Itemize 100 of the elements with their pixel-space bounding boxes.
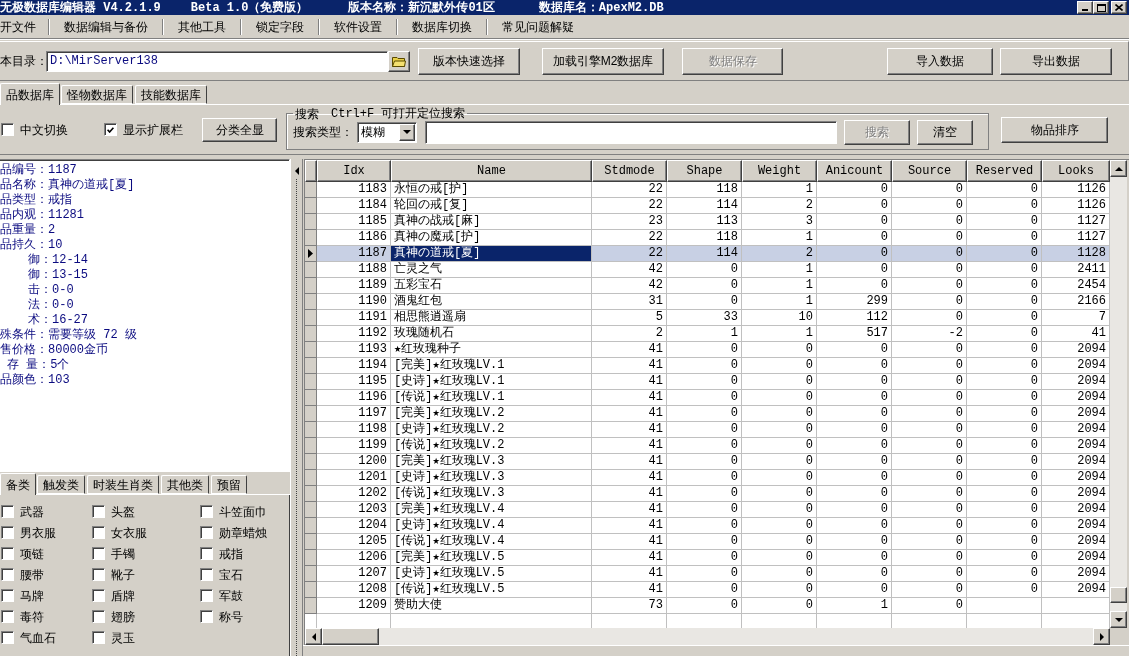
table-row[interactable]: 1199 [传说]★红玫瑰LV.2 41 0 0 0 0 0 2094 (305, 438, 1110, 454)
splitter-handle[interactable] (290, 159, 303, 656)
menu-item[interactable]: 其他工具 (164, 16, 240, 37)
table-row[interactable]: 1198 [史诗]★红玫瑰LV.2 41 0 0 0 0 0 2094 (305, 422, 1110, 438)
column-header[interactable]: Reserved (967, 160, 1042, 182)
checkbox-label: 气血石 (20, 629, 56, 647)
table-row[interactable]: 1209 赞助大使 73 0 0 1 0 (305, 598, 1110, 614)
table-row[interactable]: 1185 真神の战戒[麻] 23 113 3 0 0 0 1127 (305, 214, 1110, 230)
scrollbar-thumb[interactable] (1110, 587, 1127, 603)
table-row[interactable]: 1183 永恒の戒[护] 22 118 1 0 0 0 1126 (305, 182, 1110, 198)
checkbox[interactable] (200, 589, 213, 602)
scroll-up-button[interactable] (1110, 160, 1127, 177)
vertical-scrollbar[interactable] (1110, 160, 1127, 628)
checkbox[interactable] (1, 568, 14, 581)
table-row[interactable]: 1204 [史诗]★红玫瑰LV.4 41 0 0 0 0 0 2094 (305, 518, 1110, 534)
column-header[interactable]: Shape (667, 160, 742, 182)
column-header[interactable]: Source (892, 160, 967, 182)
checkbox[interactable] (92, 631, 105, 644)
column-header[interactable]: Stdmode (592, 160, 667, 182)
menu-item[interactable]: 开文件 (0, 16, 48, 37)
scroll-left-button[interactable] (305, 628, 322, 645)
checkbox[interactable] (1, 526, 14, 539)
table-row[interactable]: 1190 酒鬼红包 31 0 1 299 0 0 2166 (305, 294, 1110, 310)
checkbox[interactable] (92, 526, 105, 539)
scroll-right-button[interactable] (1093, 628, 1110, 645)
checkbox[interactable] (1, 610, 14, 623)
close-button[interactable] (1111, 1, 1127, 14)
checkbox[interactable] (92, 547, 105, 560)
browse-folder-button[interactable] (388, 50, 410, 72)
checkbox[interactable] (200, 610, 213, 623)
tab[interactable]: 触发类 (37, 475, 85, 494)
table-row[interactable]: 1208 [传说]★红玫瑰LV.5 41 0 0 0 0 0 2094 (305, 582, 1110, 598)
table-row[interactable]: 1193 ★红玫瑰种子 41 0 0 0 0 0 2094 (305, 342, 1110, 358)
scrollbar-thumb[interactable] (322, 628, 379, 645)
checkbox[interactable] (200, 526, 213, 539)
column-header[interactable]: Idx (317, 160, 391, 182)
menu-item[interactable]: 软件设置 (320, 16, 396, 37)
table-row[interactable]: 1192 玫瑰随机石 2 1 1 517 -2 0 41 (305, 326, 1110, 342)
checkbox[interactable] (92, 610, 105, 623)
table-row[interactable]: 1187 真神の道戒[夏] 22 114 2 0 0 0 1128 (305, 246, 1110, 262)
table-row[interactable]: 1206 [完美]★红玫瑰LV.5 41 0 0 0 0 0 2094 (305, 550, 1110, 566)
checkbox[interactable] (92, 568, 105, 581)
tab[interactable]: 预留 (211, 475, 247, 494)
tab[interactable]: 品数据库 (0, 83, 60, 105)
checkbox-label: 戒指 (219, 545, 243, 563)
search-type-select[interactable]: 模糊 (357, 121, 417, 143)
tab[interactable]: 其他类 (161, 475, 209, 494)
checkbox[interactable] (92, 505, 105, 518)
toolbar-button[interactable]: 导入数据 (887, 47, 993, 75)
minimize-button[interactable] (1077, 1, 1093, 14)
dropdown-button[interactable] (399, 123, 415, 141)
checkbox[interactable] (1, 123, 14, 136)
table-row[interactable]: 1201 [史诗]★红玫瑰LV.3 41 0 0 0 0 0 2094 (305, 470, 1110, 486)
table-row[interactable]: 1188 亡灵之气 42 0 1 0 0 0 2411 (305, 262, 1110, 278)
checkbox[interactable] (200, 547, 213, 560)
sort-button[interactable]: 物品排序 (1001, 116, 1108, 143)
tab[interactable]: 时装生肖类 (87, 475, 159, 494)
toolbar-button[interactable]: 导出数据 (1000, 47, 1112, 75)
tab[interactable]: 备类 (0, 473, 36, 495)
toolbar-button[interactable]: 版本快速选择 (418, 47, 520, 75)
table-row[interactable]: 1195 [史诗]★红玫瑰LV.1 41 0 0 0 0 0 2094 (305, 374, 1110, 390)
table-row[interactable]: 1184 轮回の戒[复] 22 114 2 0 0 0 1126 (305, 198, 1110, 214)
checkbox[interactable] (1, 505, 14, 518)
checkbox[interactable] (1, 589, 14, 602)
table-row[interactable]: 1202 [传说]★红玫瑰LV.3 41 0 0 0 0 0 2094 (305, 486, 1110, 502)
table-row[interactable]: 1191 相思熊逍遥扇 5 33 10 112 0 0 7 (305, 310, 1110, 326)
checkbox[interactable] (92, 589, 105, 602)
clear-button[interactable]: 清空 (917, 119, 973, 145)
column-header[interactable]: Name (391, 160, 592, 182)
toolbar-button[interactable]: 加载引擎M2数据库 (542, 47, 664, 75)
table-row[interactable]: 1186 真神の魔戒[护] 22 118 1 0 0 0 1127 (305, 230, 1110, 246)
maximize-button[interactable] (1093, 1, 1109, 14)
column-header[interactable]: Looks (1042, 160, 1110, 182)
table-row[interactable]: 1189 五彩宝石 42 0 1 0 0 0 2454 (305, 278, 1110, 294)
tab[interactable]: 技能数据库 (135, 85, 207, 104)
path-input[interactable]: D:\MirServer138 (46, 50, 388, 72)
menu-item[interactable]: 数据库切换 (398, 16, 486, 37)
detail-line: 品持久：10 (0, 238, 64, 253)
checkbox[interactable] (1, 547, 14, 560)
table-row[interactable]: 1203 [完美]★红玫瑰LV.4 41 0 0 0 0 0 2094 (305, 502, 1110, 518)
column-header[interactable]: Anicount (817, 160, 892, 182)
checkbox[interactable] (104, 123, 117, 136)
table-row[interactable]: 1197 [完美]★红玫瑰LV.2 41 0 0 0 0 0 2094 (305, 406, 1110, 422)
column-header[interactable]: Weight (742, 160, 817, 182)
search-input[interactable] (425, 120, 837, 144)
show-all-button[interactable]: 分类全显 (202, 117, 277, 142)
table-row[interactable]: 1207 [史诗]★红玫瑰LV.5 41 0 0 0 0 0 2094 (305, 566, 1110, 582)
checkbox[interactable] (200, 505, 213, 518)
scroll-down-button[interactable] (1110, 611, 1127, 628)
menu-item[interactable]: 数据编辑与备份 (50, 16, 162, 37)
checkbox[interactable] (1, 631, 14, 644)
horizontal-scrollbar[interactable] (305, 628, 1110, 645)
table-row[interactable]: 1196 [传说]★红玫瑰LV.1 41 0 0 0 0 0 2094 (305, 390, 1110, 406)
checkbox[interactable] (200, 568, 213, 581)
table-row[interactable]: 1194 [完美]★红玫瑰LV.1 41 0 0 0 0 0 2094 (305, 358, 1110, 374)
menu-item[interactable]: 常见问题解疑 (488, 16, 588, 37)
tab[interactable]: 怪物数据库 (61, 85, 133, 104)
table-row[interactable]: 1200 [完美]★红玫瑰LV.3 41 0 0 0 0 0 2094 (305, 454, 1110, 470)
table-row[interactable]: 1205 [传说]★红玫瑰LV.4 41 0 0 0 0 0 2094 (305, 534, 1110, 550)
menu-item[interactable]: 锁定字段 (242, 16, 318, 37)
